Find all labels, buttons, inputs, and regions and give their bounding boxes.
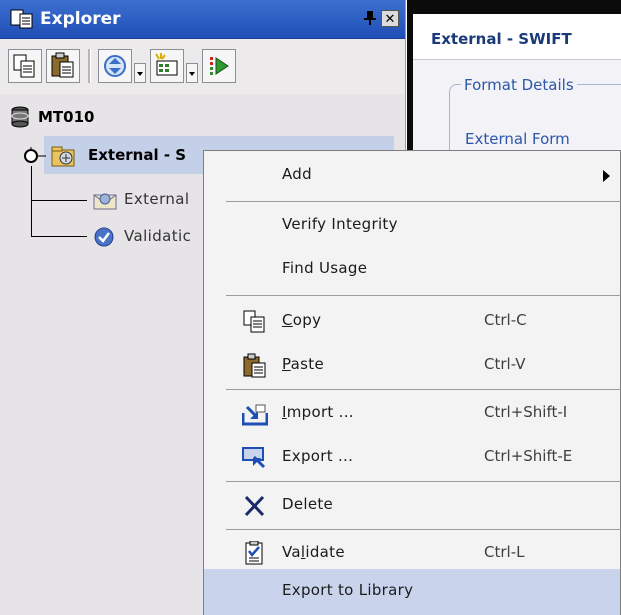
menu-item-shortcut: Ctrl-V bbox=[484, 355, 526, 373]
external-format-label: External Form bbox=[465, 130, 570, 148]
tree-line bbox=[31, 166, 32, 236]
menu-item-find-usage[interactable]: Find Usage bbox=[204, 247, 620, 293]
explorer-icon bbox=[10, 9, 34, 34]
menu-item-paste[interactable]: Paste Ctrl-V bbox=[204, 343, 620, 389]
tree-node-external[interactable]: External bbox=[124, 190, 189, 208]
copy-icon bbox=[13, 54, 35, 78]
tree-root-label[interactable]: MT010 bbox=[38, 108, 94, 126]
validate-icon bbox=[242, 540, 268, 567]
document-title: External - SWIFT bbox=[431, 30, 572, 48]
explorer-title-bar: Explorer ✕ bbox=[0, 0, 405, 39]
menu-item-label: Export ... bbox=[282, 447, 354, 465]
sync-arrows-icon bbox=[104, 55, 126, 77]
new-item-dropdown[interactable] bbox=[186, 63, 198, 83]
format-folder-icon bbox=[50, 144, 78, 172]
menu-item-export[interactable]: Export ... Ctrl+Shift-E bbox=[204, 435, 620, 481]
menu-separator bbox=[226, 295, 621, 296]
export-icon bbox=[242, 445, 268, 471]
menu-item-delete[interactable]: Delete bbox=[204, 483, 620, 529]
menu-item-shortcut: Ctrl+Shift-E bbox=[484, 447, 573, 465]
menu-separator bbox=[226, 389, 621, 390]
menu-item-shortcut: Ctrl-C bbox=[484, 311, 527, 329]
menu-separator bbox=[226, 481, 621, 482]
menu-item-copy[interactable]: Copy Ctrl-C bbox=[204, 299, 620, 345]
import-icon bbox=[241, 401, 269, 427]
menu-item-label: Export to Library bbox=[282, 581, 414, 599]
menu-item-label: Paste bbox=[282, 355, 324, 373]
menu-item-label: Validate bbox=[282, 543, 345, 561]
sync-button[interactable] bbox=[98, 49, 132, 83]
menu-item-shortcut: Ctrl-L bbox=[484, 543, 525, 561]
pin-icon[interactable] bbox=[363, 10, 377, 31]
delete-icon bbox=[242, 493, 268, 519]
toolbar-separator bbox=[88, 49, 91, 83]
new-item-icon bbox=[155, 53, 178, 76]
tree-node-validation[interactable]: Validatic bbox=[124, 227, 191, 245]
menu-item-verify-integrity[interactable]: Verify Integrity bbox=[204, 203, 620, 249]
menu-item-label: Find Usage bbox=[282, 259, 368, 277]
tree-node-external-format[interactable]: External - S bbox=[88, 146, 186, 164]
menu-item-shortcut: Ctrl+Shift-I bbox=[484, 403, 568, 421]
run-icon bbox=[210, 57, 229, 75]
tree-node-label: External - S bbox=[88, 146, 187, 164]
new-item-button[interactable] bbox=[150, 49, 184, 83]
paste-button[interactable] bbox=[46, 49, 80, 83]
database-icon bbox=[10, 106, 30, 132]
close-icon[interactable]: ✕ bbox=[381, 10, 399, 27]
explorer-title: Explorer bbox=[40, 9, 121, 29]
explorer-toolbar bbox=[0, 39, 405, 94]
tree-line bbox=[31, 236, 87, 237]
context-menu: Add Verify Integrity Find Usage Copy Ctr… bbox=[203, 150, 621, 615]
run-button[interactable] bbox=[202, 49, 236, 83]
envelope-icon bbox=[92, 190, 118, 216]
menu-separator bbox=[226, 201, 621, 202]
menu-item-import[interactable]: Import ... Ctrl+Shift-I bbox=[204, 391, 620, 437]
validation-check-icon bbox=[92, 226, 118, 252]
format-details-label: Format Details bbox=[461, 76, 577, 94]
menu-item-export-to-library[interactable]: Export to Library bbox=[204, 569, 620, 615]
copy-button[interactable] bbox=[8, 49, 42, 83]
menu-item-label: Import ... bbox=[282, 403, 354, 421]
expander-icon[interactable] bbox=[22, 147, 46, 169]
copy-icon bbox=[242, 309, 268, 335]
document-tab[interactable]: External - SWIFT bbox=[413, 14, 621, 60]
sync-dropdown[interactable] bbox=[134, 63, 146, 83]
menu-item-label: Verify Integrity bbox=[282, 215, 398, 233]
paste-icon bbox=[51, 52, 74, 78]
menu-item-label: Copy bbox=[282, 311, 322, 329]
menu-item-add[interactable]: Add bbox=[204, 153, 620, 199]
menu-item-label: Delete bbox=[282, 495, 334, 513]
menu-item-label: Add bbox=[282, 165, 312, 183]
submenu-arrow-icon bbox=[603, 170, 610, 182]
paste-icon bbox=[242, 353, 268, 379]
tree-line bbox=[31, 200, 87, 201]
menu-separator bbox=[226, 529, 621, 530]
